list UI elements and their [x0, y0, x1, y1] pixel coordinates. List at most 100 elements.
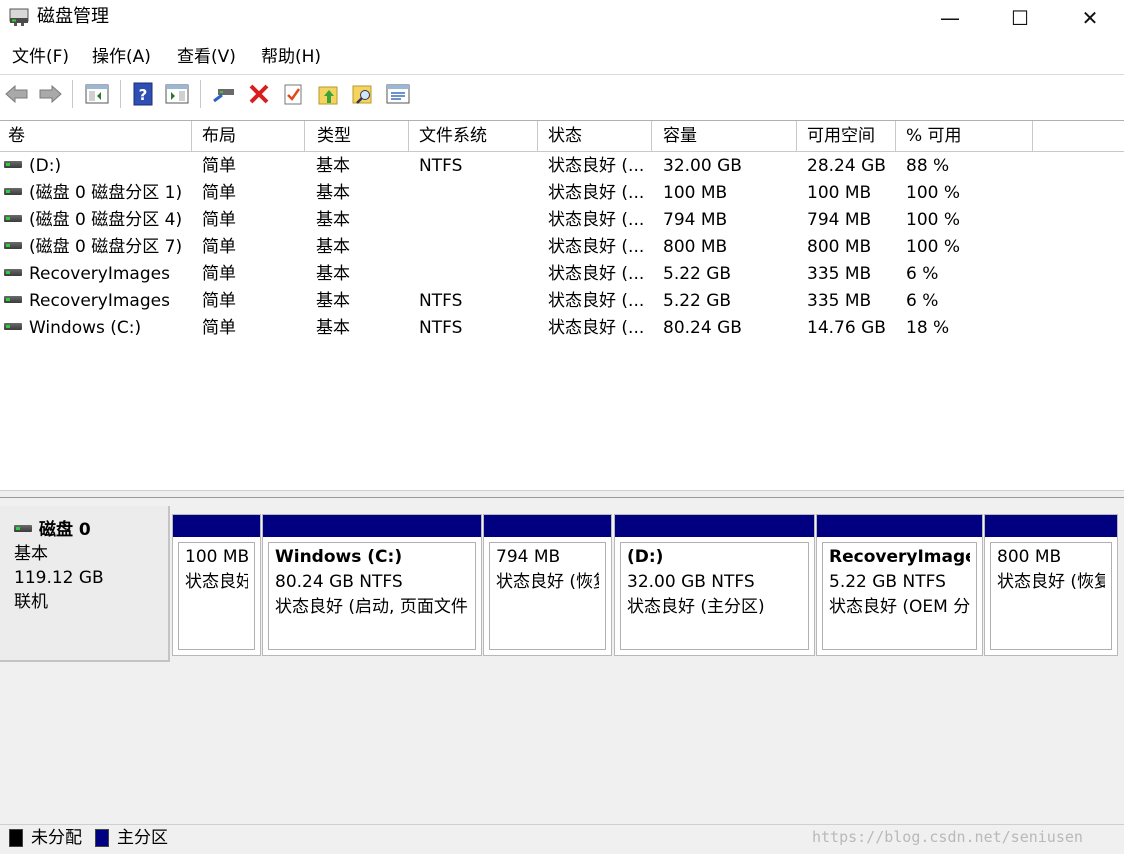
cell-filesystem	[419, 234, 537, 261]
toolbar-separator	[200, 80, 201, 108]
cell-filesystem	[419, 207, 537, 234]
partition-block[interactable]: (D:) 32.00 GB NTFS 状态良好 (主分区)	[614, 514, 815, 656]
console-tree-icon	[85, 84, 109, 104]
cell-free-space: 100 MB	[807, 183, 872, 203]
cell-capacity: 794 MB	[663, 210, 728, 230]
partition-details: RecoveryImages 5.22 GB NTFS 状态良好 (OEM 分	[822, 542, 977, 650]
menu-action[interactable]: 操作(A)	[92, 46, 151, 68]
cell-volume: RecoveryImages	[4, 288, 194, 315]
cell-status: 状态良好 (...	[548, 291, 645, 311]
delete-icon	[249, 84, 269, 104]
primary-partition-bar	[615, 515, 814, 537]
forward-button[interactable]	[37, 81, 63, 107]
cell-free-space: 794 MB	[807, 210, 872, 230]
properties-button[interactable]	[280, 81, 306, 107]
partition-status: 状态良好 (OEM 分	[829, 597, 970, 617]
column-header-status[interactable]: 状态	[540, 121, 652, 152]
cell-layout: 简单	[202, 291, 236, 311]
minimize-button[interactable]: —	[920, 0, 980, 36]
volume-name: Windows (C:)	[29, 318, 142, 338]
list-view-button[interactable]	[385, 81, 411, 107]
show-console-tree-button[interactable]	[84, 81, 110, 107]
cell-percent-free: 100 %	[906, 183, 961, 203]
partition-size: 100 MB	[185, 547, 248, 567]
partition-size: 80.24 GB NTFS	[275, 572, 403, 592]
back-button[interactable]	[4, 81, 30, 107]
cell-free-space: 335 MB	[807, 264, 872, 284]
connect-disk-icon	[213, 89, 234, 103]
column-header-volume[interactable]: 卷	[0, 121, 192, 152]
cell-capacity: 80.24 GB	[663, 318, 742, 338]
volume-name: (磁盘 0 磁盘分区 4)	[29, 210, 183, 230]
toolbar-separator	[120, 80, 121, 108]
volume-drive-icon	[4, 295, 22, 303]
cell-capacity: 100 MB	[663, 183, 728, 203]
volume-drive-icon	[4, 160, 22, 168]
folder-up-button[interactable]	[316, 81, 342, 107]
disk-name: 磁盘 0	[14, 518, 91, 542]
column-header-layout[interactable]: 布局	[194, 121, 305, 152]
column-header-type[interactable]: 类型	[309, 121, 409, 152]
cell-layout: 简单	[202, 264, 236, 284]
partition-size: 794 MB	[496, 547, 561, 567]
volume-name: (D:)	[29, 156, 62, 176]
cell-status: 状态良好 (...	[548, 210, 645, 230]
disk-type: 基本	[14, 544, 48, 564]
pane-splitter[interactable]	[0, 490, 1124, 498]
maximize-button[interactable]: ☐	[990, 0, 1050, 36]
volume-name: (磁盘 0 磁盘分区 1)	[29, 183, 183, 203]
cell-type: 基本	[316, 210, 350, 230]
partition-block[interactable]: 800 MB 状态良好 (恢复	[984, 514, 1118, 656]
connect-virtual-disk-button[interactable]	[212, 81, 238, 107]
watermark: https://blog.csdn.net/seniusen	[812, 828, 1083, 846]
partition-status: 状态良好	[185, 572, 248, 592]
cell-filesystem: NTFS	[419, 291, 463, 311]
cell-type: 基本	[316, 264, 350, 284]
cell-type: 基本	[316, 156, 350, 176]
help-button[interactable]: ?	[130, 81, 156, 107]
back-arrow-icon	[5, 84, 28, 104]
cell-filesystem: NTFS	[419, 156, 463, 176]
column-header-filesystem[interactable]: 文件系统	[411, 121, 538, 152]
volume-drive-icon	[4, 187, 22, 195]
cell-status: 状态良好 (...	[548, 237, 645, 257]
column-header-capacity[interactable]: 容量	[655, 121, 797, 152]
show-action-pane-button[interactable]	[164, 81, 190, 107]
disk-drive-icon	[14, 524, 32, 532]
partition-block[interactable]: 100 MB 状态良好	[172, 514, 261, 656]
disk-management-app-icon	[9, 8, 29, 26]
partition-block[interactable]: Windows (C:) 80.24 GB NTFS 状态良好 (启动, 页面文…	[262, 514, 482, 656]
partition-details: 800 MB 状态良好 (恢复	[990, 542, 1112, 650]
column-header-free-space[interactable]: 可用空间	[799, 121, 896, 152]
cell-percent-free: 6 %	[906, 291, 939, 311]
volume-drive-icon	[4, 241, 22, 249]
cell-layout: 简单	[202, 318, 236, 338]
delete-button[interactable]	[246, 81, 272, 107]
partition-status: 状态良好 (启动, 页面文件	[275, 597, 468, 617]
cell-volume: RecoveryImages	[4, 261, 194, 288]
cell-filesystem: NTFS	[419, 318, 463, 338]
menu-help[interactable]: 帮助(H)	[261, 46, 321, 68]
partition-block[interactable]: RecoveryImages 5.22 GB NTFS 状态良好 (OEM 分	[816, 514, 983, 656]
volume-drive-icon	[4, 214, 22, 222]
close-button[interactable]: ✕	[1060, 0, 1120, 36]
cell-status: 状态良好 (...	[548, 318, 645, 338]
partition-block[interactable]: 794 MB 状态良好 (恢复	[483, 514, 612, 656]
partition-status: 状态良好 (主分区)	[627, 597, 765, 617]
disk-size: 119.12 GB	[14, 568, 104, 588]
legend-primary-partition: 主分区	[117, 828, 168, 848]
cell-type: 基本	[316, 318, 350, 338]
menu-file[interactable]: 文件(F)	[12, 46, 69, 68]
disk-name-text: 磁盘 0	[39, 520, 91, 540]
folder-search-button[interactable]	[350, 81, 376, 107]
cell-layout: 简单	[202, 237, 236, 257]
column-header-percent-free[interactable]: % 可用	[898, 121, 1033, 152]
menu-view[interactable]: 查看(V)	[177, 46, 236, 68]
volume-name: (磁盘 0 磁盘分区 7)	[29, 237, 183, 257]
cell-status: 状态良好 (...	[548, 264, 645, 284]
cell-type: 基本	[316, 291, 350, 311]
partition-status: 状态良好 (恢复	[997, 572, 1105, 592]
cell-percent-free: 6 %	[906, 264, 939, 284]
partition-name: (D:)	[627, 547, 664, 567]
folder-search-icon	[352, 85, 372, 104]
